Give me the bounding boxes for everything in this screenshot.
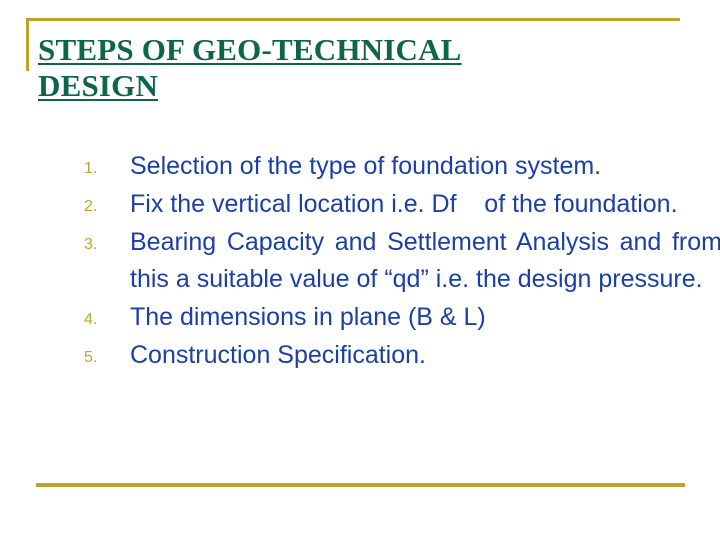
list-item-marker: 1.	[84, 160, 98, 177]
list-item-label: Fix the vertical location i.e. Df of the…	[130, 190, 678, 218]
slide: STEPS OF GEO-TECHNICAL DESIGN 1. Selecti…	[0, 0, 720, 540]
steps-list: 1. Selection of the type of foundation s…	[36, 148, 720, 375]
list-item: 4. The dimensions in plane (B & L)	[76, 299, 720, 336]
bottom-accent-rule	[36, 483, 685, 487]
page-title: STEPS OF GEO-TECHNICAL DESIGN	[38, 32, 638, 104]
list-item: 2. Fix the vertical location i.e. Df of …	[76, 186, 720, 223]
list-item-label: Bearing Capacity and Settlement Analysis…	[130, 228, 720, 293]
list-item: 3. Bearing Capacity and Settlement Analy…	[76, 224, 720, 298]
list-item: 5. Construction Specification.	[76, 337, 720, 374]
list-item-marker: 4.	[84, 311, 98, 328]
list-item: 1. Selection of the type of foundation s…	[76, 148, 720, 185]
list-item-label: The dimensions in plane (B & L)	[130, 303, 486, 331]
list-item-marker: 3.	[84, 236, 98, 253]
page-title-line-1: STEPS OF GEO-TECHNICAL	[38, 32, 462, 67]
list-item-marker: 5.	[84, 349, 98, 366]
left-accent-rule	[26, 18, 29, 71]
list-item-label: Construction Specification.	[130, 341, 426, 369]
list-item-marker: 2.	[84, 198, 98, 215]
list-item-label: Selection of the type of foundation syst…	[130, 152, 602, 180]
page-title-line-2: DESIGN	[38, 68, 159, 103]
top-accent-rule	[26, 18, 680, 21]
